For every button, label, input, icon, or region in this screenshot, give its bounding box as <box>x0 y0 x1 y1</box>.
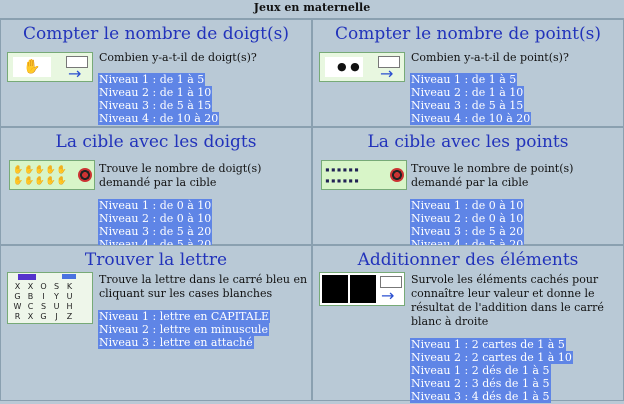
game-card-add-elements: Additionner des éléments → Survole les é… <box>312 245 624 403</box>
level-list: Niveau 1 : 2 cartes de 1 à 5 Niveau 2 : … <box>410 333 573 403</box>
level-link[interactable]: Niveau 4 : de 10 à 20 <box>410 112 532 125</box>
level-link[interactable]: Niveau 3 : lettre en attaché <box>98 336 254 349</box>
card-description-line: demandé par la cible <box>99 176 217 189</box>
blue-square-icon <box>18 274 36 280</box>
card-title: La cible avec les points <box>367 132 569 152</box>
dots-row-icon: ▪▪▪▪▪▪ <box>325 165 360 174</box>
card-description-line: Trouve le nombre de point(s) <box>411 162 574 175</box>
page-title: Jeux en maternelle <box>253 1 371 14</box>
dots-row-icon: ▪▪▪▪▪▪ <box>325 176 360 185</box>
game-card-target-dots: La cible avec les points ▪▪▪▪▪▪ ▪▪▪▪▪▪ T… <box>312 127 624 251</box>
game-thumbnail[interactable]: → <box>319 272 405 306</box>
hand-icon: ✋ <box>13 57 51 77</box>
game-card-count-dots: Compter le nombre de point(s) ● ● → Comb… <box>312 19 624 127</box>
hidden-card-icon <box>322 275 348 303</box>
dots-panel: ● ● <box>325 57 363 77</box>
letter-grid: XXOSK GBIYU WCSUH RXGJZ <box>13 282 73 321</box>
card-description-line: connaître leur valeur et donne le <box>411 287 595 300</box>
card-description-line: Trouve le nombre de doigt(s) <box>99 162 262 175</box>
games-grid: Compter le nombre de doigt(s) ✋ → Combie… <box>0 18 624 403</box>
fingers-row-icon: ✋✋✋✋✋ <box>13 176 68 185</box>
card-title: Compter le nombre de doigt(s) <box>23 24 289 44</box>
fingers-row-icon: ✋✋✋✋✋ <box>13 165 68 174</box>
game-thumbnail[interactable]: ✋ → <box>7 52 93 82</box>
game-card-find-letter: Trouver la lettre XXOSK GBIYU WCSUH RXGJ… <box>0 245 312 401</box>
level-list: Niveau 1 : lettre en CAPITALE Niveau 2 :… <box>98 305 271 349</box>
game-card-count-fingers: Compter le nombre de doigt(s) ✋ → Combie… <box>0 19 312 127</box>
arrow-icon: → <box>381 286 395 305</box>
arrow-icon: → <box>380 64 394 83</box>
target-icon <box>78 168 92 182</box>
card-title: La cible avec les doigts <box>55 132 257 152</box>
game-thumbnail[interactable]: ● ● → <box>319 52 405 82</box>
game-thumbnail[interactable]: ▪▪▪▪▪▪ ▪▪▪▪▪▪ <box>321 160 407 190</box>
card-title: Compter le nombre de point(s) <box>334 24 601 44</box>
card-description-line: résultat de l'addition dans le carré <box>411 301 604 314</box>
card-title: Additionner des éléments <box>357 250 579 270</box>
target-icon <box>390 168 404 182</box>
card-description: Combien y-a-t-il de doigt(s)? <box>99 51 257 64</box>
card-description: Combien y-a-t-il de point(s)? <box>411 51 569 64</box>
level-link[interactable]: Niveau 3 : 4 dés de 1 à 5 <box>410 390 551 403</box>
hidden-card-icon <box>350 275 376 303</box>
level-list: Niveau 1 : de 0 à 10 Niveau 2 : de 0 à 1… <box>410 194 525 251</box>
level-list: Niveau 1 : de 1 à 5 Niveau 2 : de 1 à 10… <box>410 68 532 125</box>
level-link[interactable]: Niveau 4 : de 10 à 20 <box>98 112 220 125</box>
card-description-line: Survole les éléments cachés pour <box>411 273 599 286</box>
game-thumbnail[interactable]: XXOSK GBIYU WCSUH RXGJZ <box>7 272 93 324</box>
level-list: Niveau 1 : de 1 à 5 Niveau 2 : de 1 à 10… <box>98 68 220 125</box>
card-description-line: demandé par la cible <box>411 176 529 189</box>
card-description-line: cliquant sur les cases blanches <box>99 287 273 300</box>
card-title: Trouver la lettre <box>84 250 228 270</box>
game-card-target-fingers: La cible avec les doigts ✋✋✋✋✋ ✋✋✋✋✋ Tro… <box>0 127 312 251</box>
card-description-line: blanc à droite <box>411 315 489 328</box>
card-description-line: Trouve la lettre dans le carré bleu en <box>99 273 308 286</box>
dots-icon: ● ● <box>337 60 360 73</box>
game-thumbnail[interactable]: ✋✋✋✋✋ ✋✋✋✋✋ <box>9 160 95 190</box>
level-list: Niveau 1 : de 0 à 10 Niveau 2 : de 0 à 1… <box>98 194 213 251</box>
arrow-icon <box>62 274 76 279</box>
arrow-icon: → <box>68 64 82 83</box>
